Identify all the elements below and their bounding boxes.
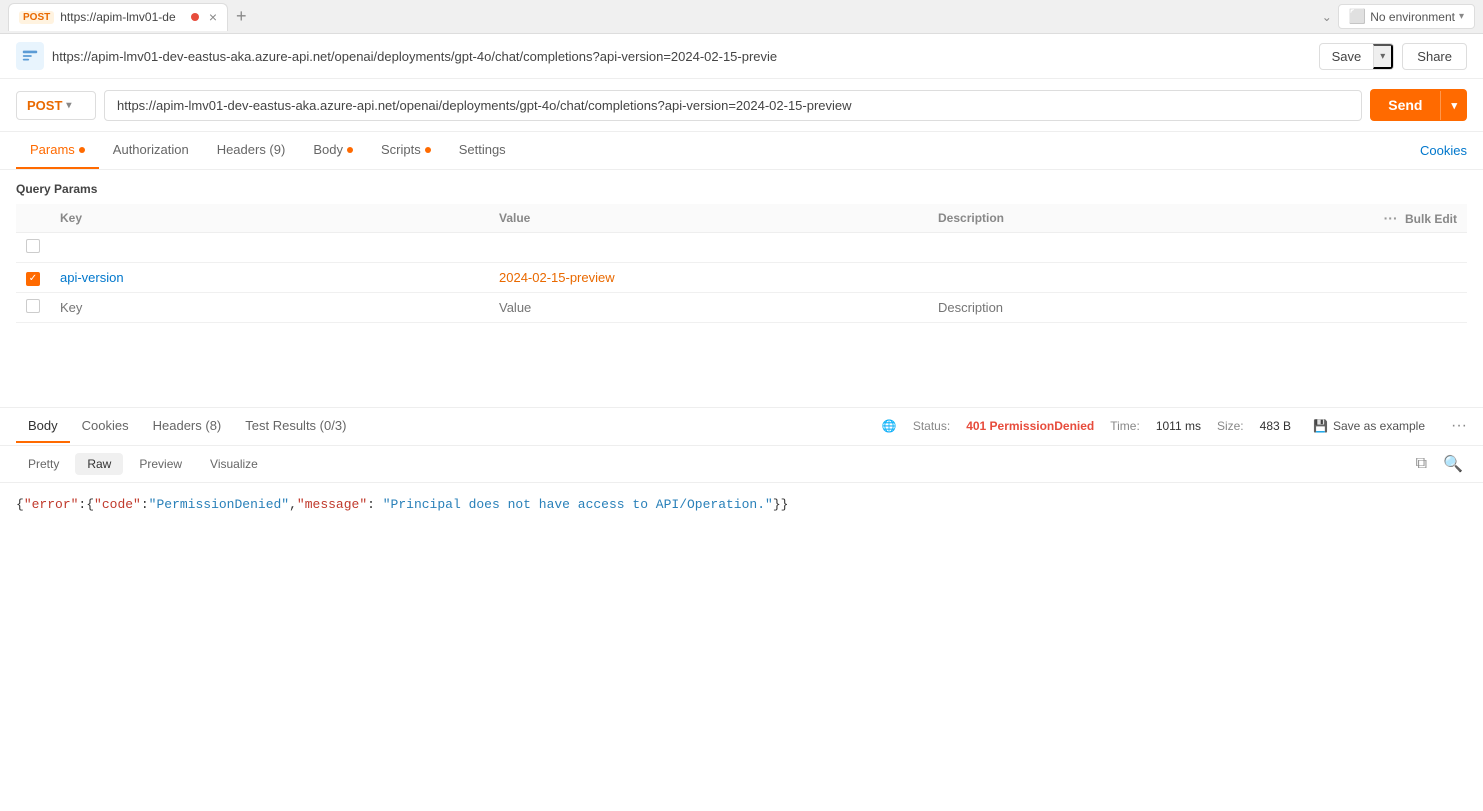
new-value-input[interactable] [499, 300, 918, 315]
save-button[interactable]: Save [1320, 44, 1374, 69]
send-button[interactable]: Send [1370, 89, 1440, 121]
method-dropdown-arrow: ▾ [66, 100, 71, 111]
more-icon[interactable]: ··· [1384, 210, 1398, 226]
key-input[interactable] [60, 240, 479, 255]
copy-button[interactable]: ⧉ [1412, 452, 1431, 476]
param-value: 2024-02-15-preview [499, 270, 615, 285]
request-tabs: Params Authorization Headers (9) Body Sc… [0, 132, 1483, 170]
method-selector[interactable]: POST ▾ [16, 91, 96, 120]
view-tabs-bar: Pretty Raw Preview Visualize ⧉ 🔍 [0, 446, 1483, 483]
tab-params[interactable]: Params [16, 132, 99, 169]
save-as-example-button[interactable]: 💾 Save as example [1307, 417, 1431, 435]
view-tab-visualize[interactable]: Visualize [198, 453, 270, 475]
tab-title: https://apim-lmv01-de [60, 10, 185, 24]
tab-close-icon[interactable]: × [209, 9, 217, 25]
params-dot [79, 147, 85, 153]
cookies-link[interactable]: Cookies [1420, 143, 1467, 158]
body-dot [347, 147, 353, 153]
send-dropdown-button[interactable]: ▾ [1440, 91, 1467, 120]
time-label: Time: [1110, 419, 1140, 433]
row-checkbox[interactable] [26, 299, 40, 313]
response-tab-headers[interactable]: Headers (8) [141, 410, 234, 443]
tab-modified-dot [191, 13, 199, 21]
size-value: 483 B [1260, 419, 1291, 433]
response-meta: 🌐 Status: 401 PermissionDenied Time: 101… [882, 417, 1467, 435]
method-label: POST [27, 98, 62, 113]
save-dropdown-button[interactable]: ▾ [1373, 44, 1393, 69]
scripts-dot [425, 147, 431, 153]
search-button[interactable]: 🔍 [1439, 452, 1467, 476]
view-tab-actions: ⧉ 🔍 [1412, 452, 1467, 476]
tab-method-badge: POST [19, 11, 54, 24]
request-title-bar: https://apim-lmv01-dev-eastus-aka.azure-… [0, 34, 1483, 79]
description-input[interactable] [938, 240, 1357, 255]
response-tab-test-results[interactable]: Test Results (0/3) [233, 410, 358, 443]
title-bar-actions: Save ▾ Share [1319, 43, 1467, 70]
no-environment-icon: ⬜ [1349, 8, 1366, 25]
chevron-down-icon[interactable]: ⌄ [1322, 10, 1332, 24]
share-button[interactable]: Share [1402, 43, 1467, 70]
description-column-header: Description [928, 204, 1367, 233]
time-value: 1011 ms [1156, 419, 1201, 433]
value-column-header: Value [489, 204, 928, 233]
add-tab-button[interactable]: + [236, 6, 247, 27]
more-options-icon[interactable]: ··· [1451, 417, 1467, 435]
row-checkbox[interactable] [26, 239, 40, 253]
view-tab-preview[interactable]: Preview [127, 453, 194, 475]
request-url-title: https://apim-lmv01-dev-eastus-aka.azure-… [52, 49, 1311, 64]
params-spacer [0, 327, 1483, 407]
request-icon [16, 42, 44, 70]
table-row [16, 292, 1467, 322]
browser-tab-bar: POST https://apim-lmv01-de × + ⌄ ⬜ No en… [0, 0, 1483, 34]
query-params-section: Query Params Key Value Description ··· B… [0, 170, 1483, 327]
params-table: Key Value Description ··· Bulk Edit [16, 204, 1467, 323]
new-description-input[interactable] [938, 300, 1357, 315]
send-button-group: Send ▾ [1370, 89, 1467, 121]
response-tab-body[interactable]: Body [16, 410, 70, 443]
browser-tab[interactable]: POST https://apim-lmv01-de × [8, 3, 228, 31]
size-label: Size: [1217, 419, 1244, 433]
save-icon: 💾 [1313, 419, 1328, 433]
key-column-header: Key [50, 204, 489, 233]
status-label: Status: [913, 419, 950, 433]
globe-icon: 🌐 [882, 419, 897, 433]
view-tab-raw[interactable]: Raw [75, 453, 123, 475]
env-dropdown-arrow: ▾ [1459, 11, 1464, 22]
tab-headers[interactable]: Headers (9) [203, 132, 300, 169]
view-tab-pretty[interactable]: Pretty [16, 453, 71, 475]
row-checkbox[interactable]: ✓ [26, 272, 40, 286]
response-tab-cookies[interactable]: Cookies [70, 410, 141, 443]
value-input[interactable] [499, 240, 918, 255]
env-label: No environment [1370, 10, 1455, 24]
status-value: 401 PermissionDenied [966, 419, 1094, 433]
url-input[interactable] [104, 90, 1362, 121]
environment-selector[interactable]: ⬜ No environment ▾ [1338, 4, 1475, 29]
tab-settings[interactable]: Settings [445, 132, 520, 169]
url-bar: POST ▾ Send ▾ [0, 79, 1483, 132]
new-key-input[interactable] [60, 300, 479, 315]
tab-bar-right: ⌄ ⬜ No environment ▾ [1322, 4, 1475, 29]
response-body: {"error":{"code":"PermissionDenied","mes… [0, 483, 1483, 526]
query-params-title: Query Params [16, 182, 1467, 196]
response-tabs-bar: Body Cookies Headers (8) Test Results (0… [0, 408, 1483, 446]
tab-authorization[interactable]: Authorization [99, 132, 203, 169]
table-row: ✓ api-version 2024-02-15-preview [16, 263, 1467, 293]
bulk-edit-button[interactable]: Bulk Edit [1405, 212, 1457, 226]
tab-scripts[interactable]: Scripts [367, 132, 445, 169]
tab-body[interactable]: Body [299, 132, 367, 169]
param-key: api-version [60, 270, 124, 285]
table-row [16, 233, 1467, 263]
response-area: Body Cookies Headers (8) Test Results (0… [0, 407, 1483, 526]
